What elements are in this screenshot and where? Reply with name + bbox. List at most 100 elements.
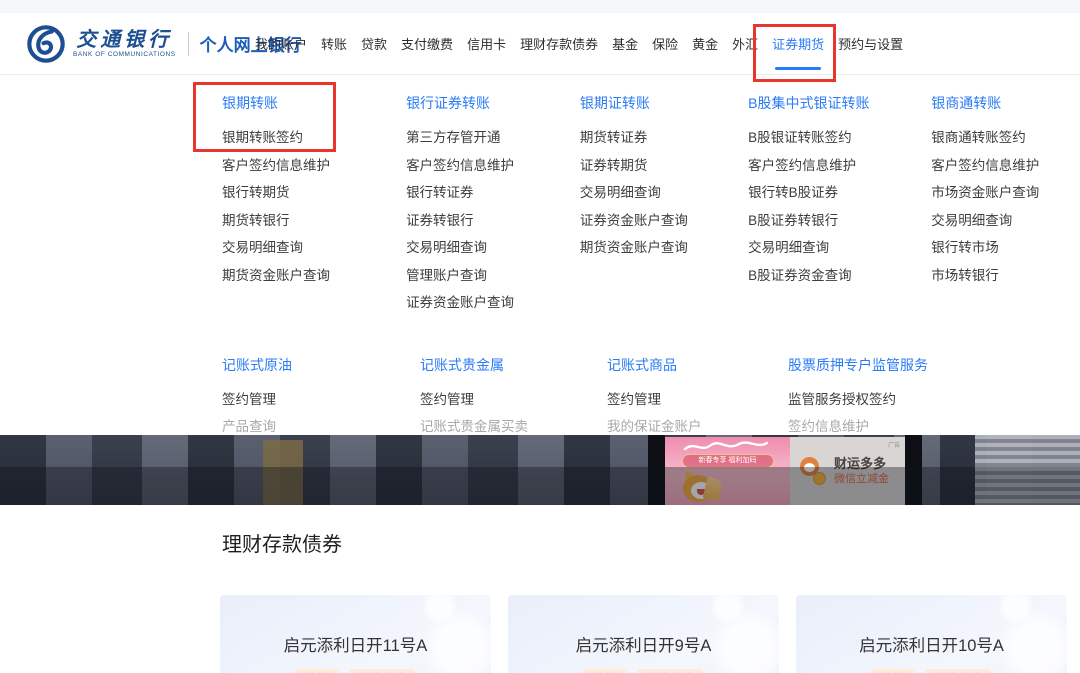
menu-section-title[interactable]: 银期证转账	[580, 95, 748, 111]
menu-item[interactable]: 证券资金账户查询	[406, 296, 580, 311]
product-tag-badge: 热销	[296, 669, 338, 673]
menu-item[interactable]: 监管服务授权签约	[788, 393, 985, 408]
promo-pill-label: 新春专享 福利加码	[682, 454, 774, 468]
product-name: 启元添利日开11号A	[220, 632, 491, 656]
bank-name-en: BANK OF COMMUNICATIONS	[73, 51, 176, 58]
nav-item[interactable]: 外汇	[732, 34, 758, 53]
securities-futures-mega-menu: 银期转账 银期转账签约 客户签约信息维护 银行转期货 期货转银行 交易明细查询	[0, 75, 1080, 435]
menu-item[interactable]: 客户签约信息维护	[406, 159, 580, 174]
menu-item[interactable]: 银行转证券	[406, 186, 580, 201]
menu-section-title[interactable]: 记账式原油	[222, 357, 420, 373]
menu-item[interactable]: 期货资金账户查询	[580, 241, 748, 256]
menu-item[interactable]: 证券转银行	[406, 214, 580, 229]
product-tag-badge: 热销	[872, 669, 914, 673]
product-tags: 热销 沃德优选	[220, 669, 491, 673]
page: 交通银行 BANK OF COMMUNICATIONS 个人网上银行 我的账户 …	[0, 0, 1080, 673]
menu-section: B股集中式银证转账 B股银证转账签约 客户签约信息维护 银行转B股证券 B股证券…	[748, 95, 931, 296]
menu-section-title[interactable]: 银行证券转账	[406, 95, 580, 111]
menu-item-list: 期货转证券 证券转期货 交易明细查询 证券资金账户查询 期货资金账户查询	[580, 131, 748, 256]
menu-item[interactable]: 银行转市场	[931, 241, 1080, 256]
menu-item[interactable]: 银商通转账签约	[931, 131, 1080, 146]
menu-item[interactable]: B股证券资金查询	[748, 269, 931, 284]
product-card[interactable]: 启元添利日开11号A 热销 沃德优选	[220, 595, 491, 673]
menu-item-list: 第三方存管开通 客户签约信息维护 银行转证券 证券转银行 交易明细查询 管理账户…	[406, 131, 580, 311]
menu-item[interactable]: 交易明细查询	[580, 186, 748, 201]
nav-item[interactable]: 理财存款债券	[520, 34, 598, 53]
product-tag-badge: 沃德优选	[925, 669, 991, 673]
wealth-products-section: 理财存款债券 启元添利日开11号A 热销 沃德优选 启元添利日开9号A	[0, 505, 1080, 673]
menu-item[interactable]: 签约信息维护	[788, 420, 985, 435]
menu-section: 股票质押专户监管服务 监管服务授权签约 签约信息维护	[788, 357, 985, 448]
menu-item[interactable]: 客户签约信息维护	[931, 159, 1080, 174]
nav-item[interactable]: 我的账户	[255, 34, 307, 53]
nav-item[interactable]: 保险	[652, 34, 678, 53]
menu-item[interactable]: 签约管理	[222, 393, 420, 408]
product-tag-badge: 沃德优选	[349, 669, 415, 673]
menu-item[interactable]: 证券资金账户查询	[580, 214, 748, 229]
product-card-list: 启元添利日开11号A 热销 沃德优选 启元添利日开9号A	[220, 595, 1080, 673]
menu-section: 银期证转账 期货转证券 证券转期货 交易明细查询 证券资金账户查询 期货资金账户…	[580, 95, 748, 269]
menu-item[interactable]: 交易明细查询	[222, 241, 406, 256]
menu-section-title[interactable]: 银期转账	[222, 95, 406, 111]
menu-item[interactable]: 客户签约信息维护	[748, 159, 931, 174]
menu-item[interactable]: B股银证转账签约	[748, 131, 931, 146]
nav-item[interactable]: 基金	[612, 34, 638, 53]
menu-item[interactable]: 产品查询	[222, 420, 420, 435]
menu-item[interactable]: 期货资金账户查询	[222, 269, 406, 284]
product-tags: 热销 沃德优选	[796, 669, 1067, 673]
menu-section: 银商通转账 银商通转账签约 客户签约信息维护 市场资金账户查询 交易明细查询 银…	[931, 95, 1080, 296]
menu-item[interactable]: 第三方存管开通	[406, 131, 580, 146]
menu-item[interactable]: B股证券转银行	[748, 214, 931, 229]
menu-section: 银行证券转账 第三方存管开通 客户签约信息维护 银行转证券 证券转银行 交易明细…	[406, 95, 580, 324]
nav-item[interactable]: 转账	[321, 34, 347, 53]
product-tags: 热销 沃德优选	[508, 669, 779, 673]
brand-divider	[188, 32, 189, 56]
menu-section-title[interactable]: B股集中式银证转账	[748, 95, 931, 111]
menu-item-list: 签约管理 我的保证金账户	[607, 393, 788, 435]
nav-item[interactable]: 证券期货	[772, 34, 824, 53]
menu-item[interactable]: 证券转期货	[580, 159, 748, 174]
menu-section: 银期转账 银期转账签约 客户签约信息维护 银行转期货 期货转银行 交易明细查询	[222, 95, 406, 296]
menu-item[interactable]: 记账式贵金属买卖	[420, 420, 607, 435]
product-card[interactable]: 启元添利日开10号A 热销 沃德优选	[796, 595, 1067, 673]
nav-item[interactable]: 预约与设置	[838, 34, 903, 53]
nav-item[interactable]: 贷款	[361, 34, 387, 53]
top-navbar: 交通银行 BANK OF COMMUNICATIONS 个人网上银行 我的账户 …	[0, 13, 1080, 75]
menu-item-list: 银商通转账签约 客户签约信息维护 市场资金账户查询 交易明细查询 银行转市场 市…	[931, 131, 1080, 283]
menu-item[interactable]: 银行转期货	[222, 186, 406, 201]
nav-item[interactable]: 信用卡	[467, 34, 506, 53]
menu-section-title[interactable]: 记账式贵金属	[420, 357, 607, 373]
nav-item[interactable]: 支付缴费	[401, 34, 453, 53]
menu-item[interactable]: 银行转B股证券	[748, 186, 931, 201]
menu-section: 记账式商品 签约管理 我的保证金账户	[607, 357, 788, 448]
menu-item[interactable]: 客户签约信息维护	[222, 159, 406, 174]
menu-item[interactable]: 市场资金账户查询	[931, 186, 1080, 201]
product-tag-badge: 沃德优选	[637, 669, 703, 673]
menu-section: 记账式原油 签约管理 产品查询	[222, 357, 420, 448]
nav-item[interactable]: 黄金	[692, 34, 718, 53]
banner-dark-overlay	[0, 467, 1080, 505]
product-tag-badge: 热销	[584, 669, 626, 673]
bank-name-cn: 交通银行	[76, 29, 172, 49]
menu-item[interactable]: 签约管理	[607, 393, 788, 408]
menu-section-title[interactable]: 记账式商品	[607, 357, 788, 373]
main-nav: 我的账户 转账 贷款 支付缴费 信用卡 理财存款债券 基金 保险 黄金 外汇 证…	[255, 13, 903, 74]
menu-item[interactable]: 交易明细查询	[748, 241, 931, 256]
product-card[interactable]: 启元添利日开9号A 热销 沃德优选	[508, 595, 779, 673]
menu-item[interactable]: 签约管理	[420, 393, 607, 408]
menu-item[interactable]: 银期转账签约	[222, 131, 406, 146]
menu-section-title[interactable]: 股票质押专户监管服务	[788, 357, 985, 373]
menu-item[interactable]: 我的保证金账户	[607, 420, 788, 435]
bank-name-block: 交通银行 BANK OF COMMUNICATIONS	[73, 29, 176, 58]
menu-item[interactable]: 交易明细查询	[406, 241, 580, 256]
menu-item[interactable]: 期货转银行	[222, 214, 406, 229]
menu-item[interactable]: 管理账户查询	[406, 269, 580, 284]
menu-section: 记账式贵金属 签约管理 记账式贵金属买卖	[420, 357, 607, 448]
product-name: 启元添利日开10号A	[796, 632, 1067, 656]
bocom-logo-icon	[26, 24, 66, 64]
menu-item[interactable]: 市场转银行	[931, 269, 1080, 284]
menu-item-list: B股银证转账签约 客户签约信息维护 银行转B股证券 B股证券转银行 交易明细查询…	[748, 131, 931, 283]
menu-item[interactable]: 期货转证券	[580, 131, 748, 146]
menu-item[interactable]: 交易明细查询	[931, 214, 1080, 229]
menu-section-title[interactable]: 银商通转账	[931, 95, 1080, 111]
